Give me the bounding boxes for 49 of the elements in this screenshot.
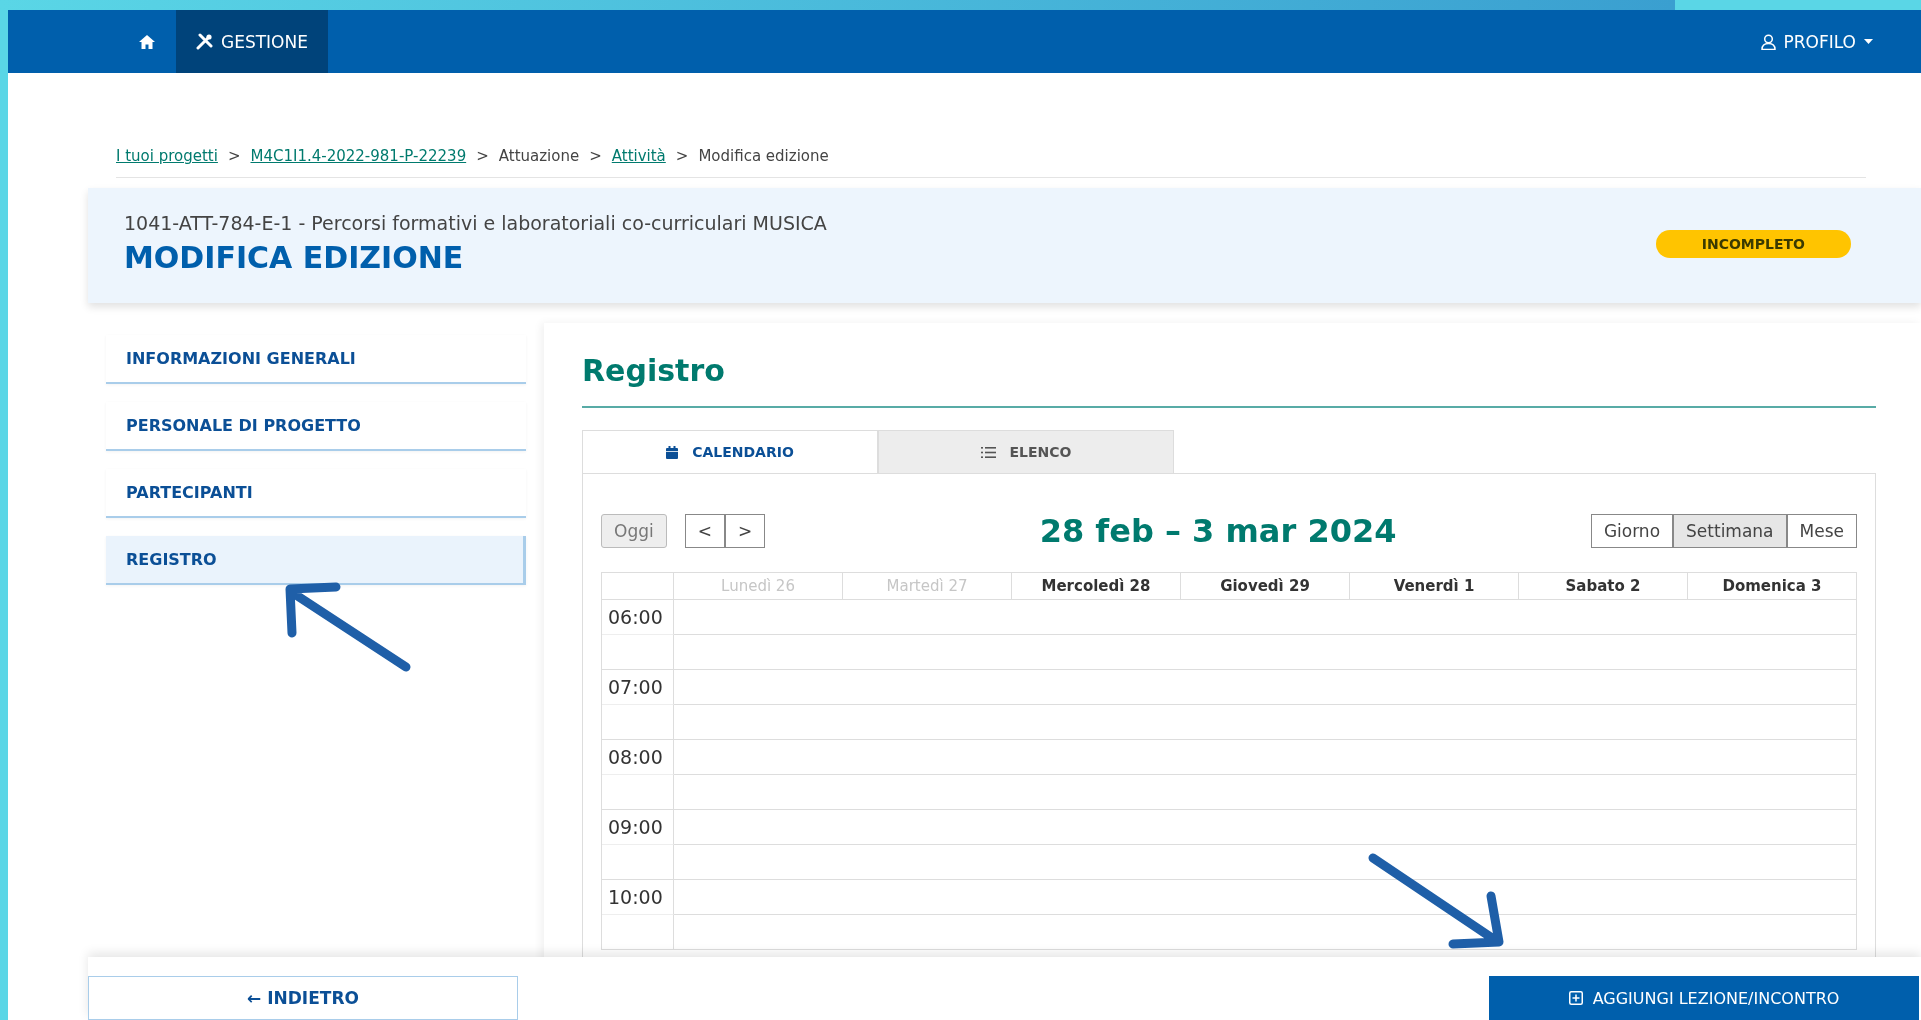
today-button[interactable]: Oggi	[601, 514, 667, 548]
breadcrumb-separator: >	[476, 147, 489, 165]
section-title: Registro	[582, 353, 1876, 408]
breadcrumb-separator: >	[227, 147, 241, 165]
day-header: Mercoledì 28	[1012, 573, 1181, 600]
status-badge: INCOMPLETO	[1655, 230, 1851, 258]
page-title: MODIFICA EDIZIONE	[124, 240, 465, 275]
caret-icon	[1864, 38, 1873, 45]
time-label: 07:00	[602, 670, 674, 705]
day-header: Domenica 3	[1688, 573, 1857, 600]
view-button[interactable]: Giorno	[1590, 514, 1674, 548]
day-header: Venerdì 1	[1350, 573, 1519, 600]
tab[interactable]: ELENCO	[878, 430, 1174, 473]
sidebar-item[interactable]: PARTECIPANTI	[106, 469, 526, 518]
sidebar-item[interactable]: INFORMAZIONI GENERALI	[106, 335, 526, 384]
day-header: Martedì 27	[843, 573, 1012, 600]
sidebar-item[interactable]: PERSONALE DI PROGETTO	[106, 402, 526, 451]
time-label: 09:00	[602, 810, 674, 845]
breadcrumb-separator: >	[589, 147, 602, 165]
time-label: 10:00	[602, 880, 674, 915]
day-header: Giovedì 29	[1181, 573, 1350, 600]
tab[interactable]: CALENDARIO	[582, 430, 878, 473]
activity-subtitle: 1041-ATT-784-E-1 - Percorsi formativi e laboratoriali co-curriculari MUSICA	[124, 212, 827, 234]
breadcrumb-separator: >	[675, 147, 689, 165]
tools-icon	[196, 33, 213, 50]
profile-menu[interactable]: PROFILO	[1760, 10, 1873, 73]
breadcrumb-link[interactable]: M4C1I1.4-2022-981-P-22239	[250, 147, 467, 165]
user-icon	[1760, 33, 1776, 50]
time-label: 06:00	[602, 600, 674, 635]
view-button[interactable]: Mese	[1786, 514, 1857, 548]
breadcrumb-link[interactable]: I tuoi progetti	[116, 147, 218, 165]
time-label: 08:00	[602, 740, 674, 775]
sidebar-item[interactable]: REGISTRO	[106, 536, 526, 585]
view-button[interactable]: Settimana	[1673, 514, 1787, 548]
breadcrumb-text: Attuazione	[498, 147, 580, 165]
date-range-title: 28 feb – 3 mar 2024	[1039, 512, 1397, 550]
breadcrumb-text: Modifica edizione	[698, 147, 829, 165]
home-icon	[138, 33, 156, 50]
day-header: Sabato 2	[1519, 573, 1688, 600]
previous-button[interactable]: <	[684, 514, 725, 548]
list-icon	[980, 446, 996, 458]
next-button[interactable]: >	[724, 514, 766, 548]
plus-square-icon	[1568, 991, 1583, 1005]
add-lesson-button[interactable]: AGGIUNGI LEZIONE/INCONTRO	[1489, 976, 1919, 1020]
nav-link[interactable]: GESTIONE	[176, 10, 328, 73]
breadcrumb-link[interactable]: Attività	[611, 147, 666, 165]
calendar-icon	[666, 445, 679, 459]
back-button[interactable]: ← INDIETRO	[88, 976, 518, 1020]
day-header: Lunedì 26	[674, 573, 843, 600]
